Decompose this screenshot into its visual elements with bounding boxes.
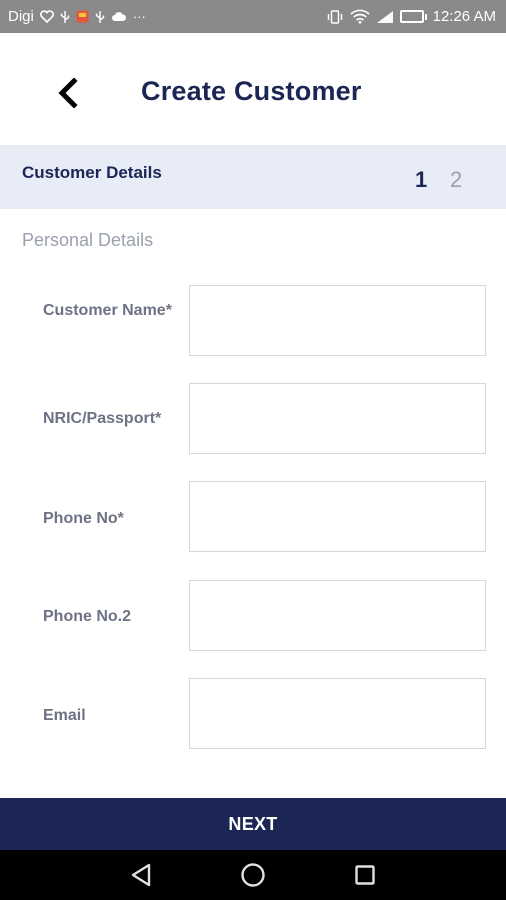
chevron-left-icon xyxy=(58,78,78,108)
home-circle-icon xyxy=(241,863,265,887)
recents-square-icon xyxy=(355,865,375,885)
cloud-icon xyxy=(111,11,127,22)
carrier-name: Digi xyxy=(8,8,34,25)
form-row-customer-name: Customer Name* xyxy=(0,285,506,357)
more-indicator: ··· xyxy=(132,9,146,24)
phone-no-label: Phone No* xyxy=(43,510,124,527)
usb-icon xyxy=(95,10,105,24)
status-right: 12:26 AM xyxy=(326,8,496,25)
phone-no-input[interactable] xyxy=(189,481,486,552)
email-label: Email xyxy=(43,707,86,724)
page-title: Create Customer xyxy=(141,76,362,106)
signal-icon xyxy=(376,10,394,24)
email-input[interactable] xyxy=(189,678,486,749)
nric-passport-input[interactable] xyxy=(189,383,486,454)
notification-icon xyxy=(76,10,89,23)
heart-icon xyxy=(39,10,54,23)
section-header: Customer Details 1 2 xyxy=(0,145,506,209)
nav-recents-button[interactable] xyxy=(352,862,378,888)
system-nav-bar xyxy=(0,850,506,900)
back-triangle-icon xyxy=(131,863,151,887)
app-header: Create Customer xyxy=(0,33,506,145)
form-row-phone-no-2: Phone No.2 xyxy=(0,580,506,652)
phone-no-2-input[interactable] xyxy=(189,580,486,651)
nav-back-button[interactable] xyxy=(128,862,154,888)
status-left: Digi ··· xyxy=(8,8,146,25)
step-indicator-2[interactable]: 2 xyxy=(450,167,462,193)
next-button[interactable]: NEXT xyxy=(0,798,506,850)
back-button[interactable] xyxy=(50,73,86,113)
battery-icon xyxy=(399,10,427,23)
form-row-nric-passport: NRIC/Passport* xyxy=(0,383,506,455)
vibrate-icon xyxy=(326,9,344,24)
customer-name-label: Customer Name* xyxy=(43,302,172,319)
usb-icon xyxy=(60,10,70,24)
nav-home-button[interactable] xyxy=(240,862,266,888)
form-row-phone-no: Phone No* xyxy=(0,481,506,553)
wifi-icon xyxy=(350,9,370,24)
status-time: 12:26 AM xyxy=(432,8,496,25)
step-indicator-1[interactable]: 1 xyxy=(415,167,427,193)
section-title: Customer Details xyxy=(22,163,162,182)
nric-passport-label: NRIC/Passport* xyxy=(43,410,162,427)
status-bar: Digi ··· 12:26 AM xyxy=(0,0,506,33)
form-row-email: Email xyxy=(0,678,506,750)
customer-name-input[interactable] xyxy=(189,285,486,356)
phone-no-2-label: Phone No.2 xyxy=(43,608,132,625)
subsection-title: Personal Details xyxy=(22,230,154,250)
